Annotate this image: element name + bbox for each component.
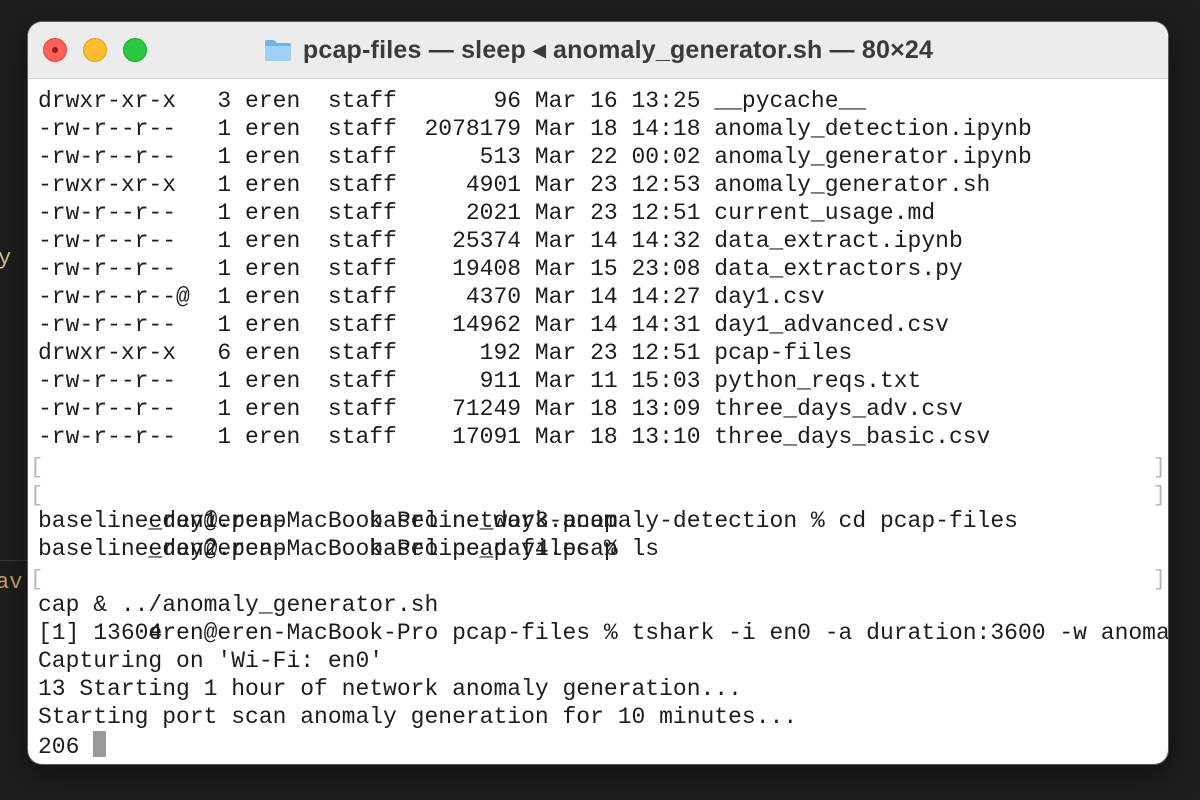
terminal-line: -rw-r--r-- 1 eren staff 2021 Mar 23 12:5…: [38, 200, 936, 226]
prompt-line: [ eren@eren-MacBook-Pro pcap-files % ls …: [30, 479, 1168, 562]
prompt-mark-right: ]: [1152, 455, 1166, 480]
terminal-line: -rw-r--r-- 1 eren staff 17091 Mar 18 13:…: [38, 424, 991, 450]
terminal-line: -rw-r--r-- 1 eren staff 911 Mar 11 15:03…: [38, 368, 922, 394]
terminal-line: baseline_day1.pcap baseline_day3.pcap: [38, 508, 618, 534]
terminal-line: cap & ../anomaly_generator.sh: [38, 592, 439, 618]
prompt-mark-right: ]: [1152, 483, 1166, 508]
terminal-line: Starting port scan anomaly generation fo…: [38, 704, 798, 730]
terminal-line: drwxr-xr-x 6 eren staff 192 Mar 23 12:51…: [38, 340, 853, 366]
terminal-line: [1] 13604: [38, 620, 163, 646]
terminal-input-line[interactable]: 206: [38, 731, 1168, 760]
terminal-line: 13 Starting 1 hour of network anomaly ge…: [38, 676, 742, 702]
terminal-line-text: 206: [38, 734, 80, 760]
text-cursor: [93, 731, 107, 757]
folder-icon: [263, 35, 293, 65]
terminal-line: -rw-r--r-- 1 eren staff 14962 Mar 14 14:…: [38, 312, 949, 338]
background-window-text: av: [0, 570, 23, 595]
prompt-line: [ eren@eren-MacBook-Pro pcap-files % tsh…: [30, 563, 1168, 646]
desktop-background: y av pcap-files — sleep ◂ anomaly_genera…: [0, 0, 1200, 800]
terminal-line: baseline_day2.pcap baseline_day4.pcap: [38, 536, 618, 562]
terminal-line: -rw-r--r-- 1 eren staff 513 Mar 22 00:02…: [38, 144, 1032, 170]
terminal-line: -rw-r--r-- 1 eren staff 25374 Mar 14 14:…: [38, 228, 963, 254]
terminal-line: -rwxr-xr-x 1 eren staff 4901 Mar 23 12:5…: [38, 172, 991, 198]
terminal-output[interactable]: drwxr-xr-x 3 eren staff 96 Mar 16 13:25 …: [28, 79, 1168, 764]
background-window-text: y: [0, 246, 12, 271]
prompt-line: [ eren@eren-MacBook-Pro network-anomaly-…: [30, 451, 1168, 534]
terminal-line: -rw-r--r-- 1 eren staff 2078179 Mar 18 1…: [38, 116, 1032, 142]
terminal-line: -rw-r--r--@ 1 eren staff 4370 Mar 14 14:…: [38, 284, 825, 310]
prompt-mark-left: [: [30, 455, 44, 480]
title-bar[interactable]: pcap-files — sleep ◂ anomaly_generator.s…: [28, 22, 1168, 79]
window-title-group: pcap-files — sleep ◂ anomaly_generator.s…: [28, 22, 1168, 78]
terminal-line: drwxr-xr-x 3 eren staff 96 Mar 16 13:25 …: [38, 88, 867, 114]
prompt-mark-left: [: [30, 567, 44, 592]
window-title: pcap-files — sleep ◂ anomaly_generator.s…: [302, 36, 934, 64]
background-divider: [0, 560, 30, 561]
prompt-mark-right: ]: [1152, 567, 1166, 592]
terminal-line: -rw-r--r-- 1 eren staff 71249 Mar 18 13:…: [38, 396, 963, 422]
prompt-mark-left: [: [30, 483, 44, 508]
terminal-line: -rw-r--r-- 1 eren staff 19408 Mar 15 23:…: [38, 256, 963, 282]
terminal-line: Capturing on 'Wi-Fi: en0': [38, 648, 384, 674]
terminal-window[interactable]: pcap-files — sleep ◂ anomaly_generator.s…: [28, 22, 1168, 764]
